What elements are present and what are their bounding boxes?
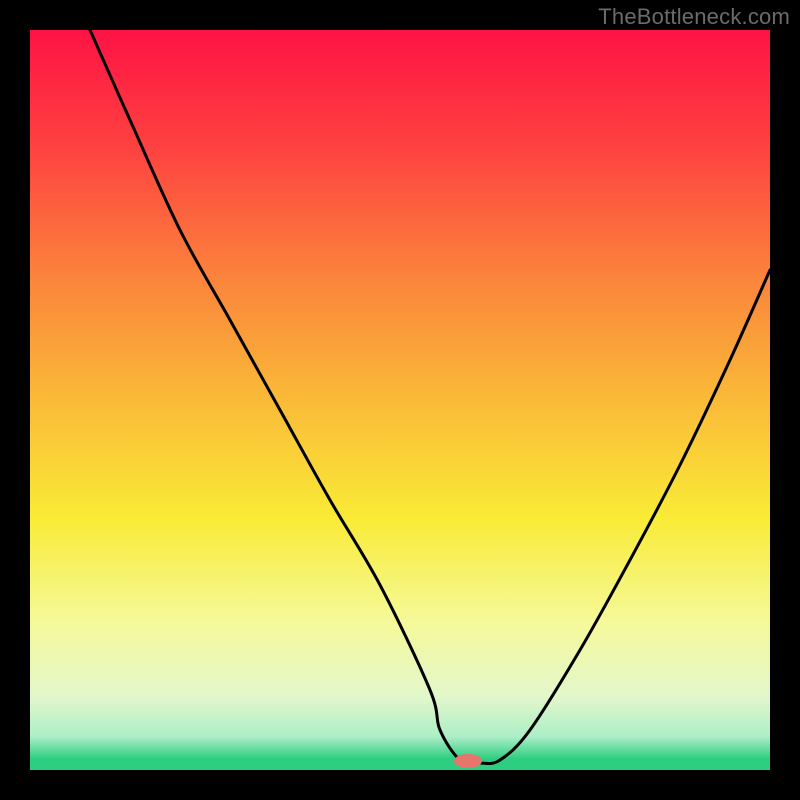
gradient-background xyxy=(30,30,770,770)
gradient-chart xyxy=(30,30,770,770)
minimum-marker xyxy=(454,754,482,768)
plot-area xyxy=(30,30,770,770)
watermark-text: TheBottleneck.com xyxy=(598,4,790,30)
chart-frame: TheBottleneck.com xyxy=(0,0,800,800)
